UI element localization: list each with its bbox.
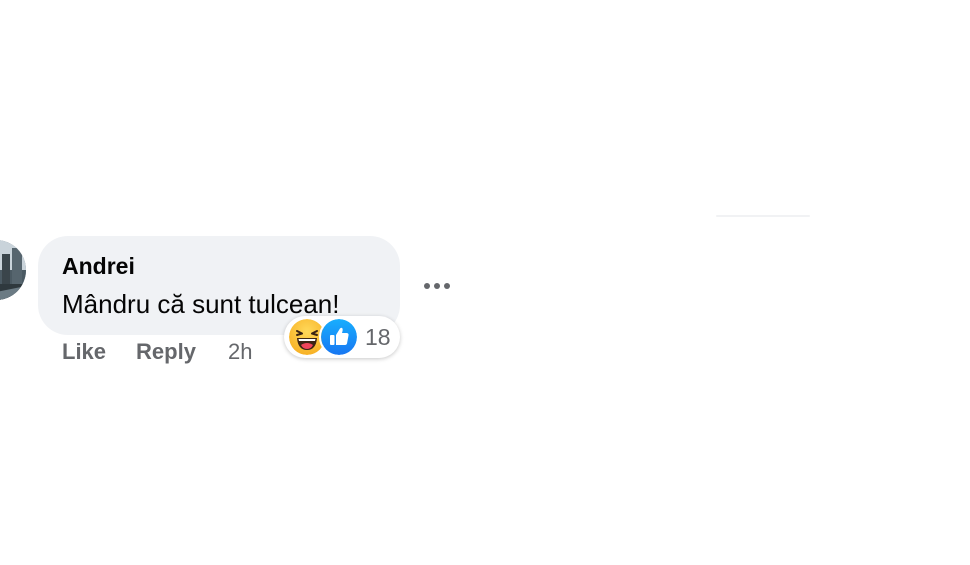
reaction-count: 18 [365,324,391,350]
reactions-summary[interactable]: 18 [284,316,400,358]
reply-button[interactable]: Reply [136,339,196,365]
comment-author[interactable]: Andrei [62,252,376,280]
avatar[interactable] [0,240,26,300]
divider [716,215,810,217]
like-button[interactable]: Like [62,339,106,365]
more-options-icon [424,283,450,289]
avatar-photo [0,240,26,300]
like-icon [319,317,359,357]
comment-section: Andrei Mândru că sunt tulcean! Like Repl… [0,0,970,565]
more-options-button[interactable] [418,270,456,302]
timestamp[interactable]: 2h [228,339,252,365]
comment-actions: Like Reply 2h [62,336,252,368]
